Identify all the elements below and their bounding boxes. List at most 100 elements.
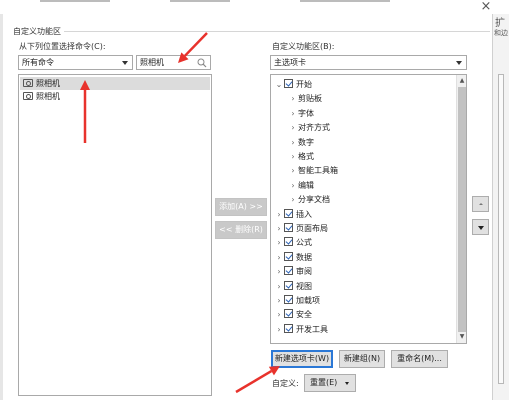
chevron-right-icon[interactable]: ›	[288, 121, 298, 135]
camera-icon	[23, 79, 33, 87]
scroll-up-icon[interactable]: ▲	[457, 76, 466, 86]
tree-item-label: 审阅	[296, 267, 312, 277]
command-category-value: 所有命令	[22, 58, 54, 67]
tree-item[interactable]: › 数据	[274, 251, 312, 265]
tree-item-label: 视图	[296, 281, 312, 291]
scrollbar-thumb[interactable]	[458, 87, 466, 332]
command-search-value: 照相机	[140, 58, 164, 67]
tree-item-checkbox[interactable]	[284, 323, 293, 333]
chevron-right-icon[interactable]: ›	[288, 164, 298, 178]
chevron-right-icon[interactable]: ›	[274, 265, 284, 279]
tree-item[interactable]: › 编辑	[288, 179, 314, 193]
tree-item-checkbox[interactable]	[284, 223, 293, 232]
tree-item[interactable]: › 开发工具	[274, 323, 328, 337]
chevron-right-icon[interactable]: ›	[288, 107, 298, 121]
tree-item[interactable]: › 分享文档	[288, 193, 330, 207]
chevron-down-icon[interactable]: ⌄	[274, 78, 284, 92]
arrow-up-icon	[479, 203, 483, 205]
move-up-button[interactable]	[472, 196, 489, 212]
tree-item[interactable]: › 公式	[274, 236, 312, 250]
chevron-down-icon	[456, 61, 462, 65]
reset-button[interactable]: 重置(E)	[304, 374, 356, 392]
list-item-label: 照相机	[36, 92, 60, 101]
tree-item-checkbox[interactable]	[284, 266, 293, 276]
tree-item-checkbox[interactable]	[284, 251, 293, 261]
tree-item[interactable]: › 视图	[274, 280, 312, 294]
reset-button-label: 重置(E)	[310, 378, 338, 387]
chevron-right-icon[interactable]: ›	[274, 222, 284, 236]
tree-item-label: 分享文档	[298, 195, 330, 205]
tree-item-label: 数字	[298, 137, 314, 147]
move-down-button[interactable]	[472, 219, 489, 235]
annotation-arrow-newtab-shaft	[235, 370, 273, 394]
command-search-input[interactable]: 照相机	[136, 55, 211, 70]
tree-item-label: 安全	[296, 310, 312, 320]
chevron-down-icon	[345, 382, 349, 385]
chevron-right-icon[interactable]: ›	[288, 136, 298, 150]
tree-item-checkbox[interactable]	[284, 309, 293, 319]
tree-item-label: 字体	[298, 108, 314, 118]
tree-item[interactable]: › 审阅	[274, 265, 312, 279]
top-strip-segment	[170, 0, 230, 2]
command-category-select[interactable]: 所有命令	[18, 55, 133, 70]
close-icon[interactable]: ×	[480, 0, 492, 14]
chevron-right-icon[interactable]: ›	[274, 208, 284, 222]
tree-item[interactable]: › 对齐方式	[288, 121, 330, 135]
chevron-right-icon[interactable]: ›	[274, 308, 284, 322]
tree-item[interactable]: › 数字	[288, 136, 314, 150]
tree-item[interactable]: › 页面布局	[274, 222, 328, 236]
camera-icon	[23, 92, 33, 100]
list-item[interactable]: 照相机	[20, 77, 210, 90]
window-top-strip	[0, 0, 509, 14]
scroll-down-icon[interactable]: ▼	[457, 332, 466, 342]
tree-item-label: 公式	[296, 238, 312, 248]
background-glyph: 扩	[495, 18, 505, 29]
remove-button[interactable]: << 删除(R)	[215, 221, 267, 239]
chevron-right-icon[interactable]: ›	[274, 294, 284, 308]
annotation-arrow-search-shaft	[184, 32, 208, 57]
search-icon	[197, 58, 207, 68]
tree-item-checkbox[interactable]	[284, 79, 293, 88]
group-divider	[60, 31, 490, 32]
tree-item-label: 编辑	[298, 180, 314, 190]
customize-ribbon-label: 自定义功能区(B):	[272, 42, 335, 51]
new-tab-button[interactable]: 新建选项卡(W)	[271, 350, 333, 368]
list-item[interactable]: 照相机	[20, 90, 210, 103]
chevron-right-icon[interactable]: ›	[274, 280, 284, 294]
arrow-down-icon	[478, 226, 484, 230]
tree-item[interactable]: › 插入	[274, 208, 312, 222]
chevron-right-icon[interactable]: ›	[288, 179, 298, 193]
tree-item-checkbox[interactable]	[284, 237, 293, 247]
tree-item[interactable]: › 字体	[288, 107, 314, 121]
tree-item-checkbox[interactable]	[284, 208, 293, 218]
tree-scrollbar[interactable]: ▲ ▼	[456, 75, 466, 343]
tree-item[interactable]: › 剪贴板	[288, 92, 322, 106]
tree-item-checkbox[interactable]	[284, 280, 293, 290]
chevron-right-icon[interactable]: ›	[274, 236, 284, 250]
tree-item-checkbox[interactable]	[284, 295, 293, 304]
tree-item[interactable]: › 智能工具箱	[288, 164, 338, 178]
chevron-right-icon[interactable]: ›	[288, 92, 298, 106]
ribbon-tree[interactable]: ▲ ▼ ⌄ 开始 › 剪贴板 › 字体 › 对齐方式 › 数字 › 格式 › 智能工具箱 › 编辑 › 分享文档 ›…	[270, 74, 467, 344]
tree-item[interactable]: ⌄ 开始	[274, 78, 312, 92]
rename-button[interactable]: 重命名(M)...	[391, 350, 448, 368]
add-button[interactable]: 添加(A) >>	[215, 198, 267, 216]
tree-item[interactable]: › 格式	[288, 150, 314, 164]
chevron-right-icon[interactable]: ›	[288, 193, 298, 207]
customize-label: 自定义:	[272, 379, 299, 388]
new-group-button[interactable]: 新建组(N)	[339, 350, 385, 368]
tree-item-label: 智能工具箱	[298, 166, 338, 176]
chevron-right-icon[interactable]: ›	[288, 150, 298, 164]
commands-list[interactable]: 照相机 照相机	[18, 74, 212, 396]
tree-item-label: 开发工具	[296, 324, 328, 334]
group-title: 自定义功能区	[13, 26, 64, 37]
chevron-right-icon[interactable]: ›	[274, 323, 284, 337]
ribbon-tabs-select[interactable]: 主选项卡	[270, 55, 467, 70]
choose-commands-label: 从下列位置选择命令(C):	[19, 42, 106, 51]
tree-item[interactable]: › 安全	[274, 308, 312, 322]
tree-item[interactable]: › 加载项	[274, 294, 320, 308]
top-strip-segment	[300, 0, 390, 2]
background-scrollbar	[498, 74, 504, 384]
chevron-right-icon[interactable]: ›	[274, 251, 284, 265]
left-edge	[0, 14, 3, 400]
